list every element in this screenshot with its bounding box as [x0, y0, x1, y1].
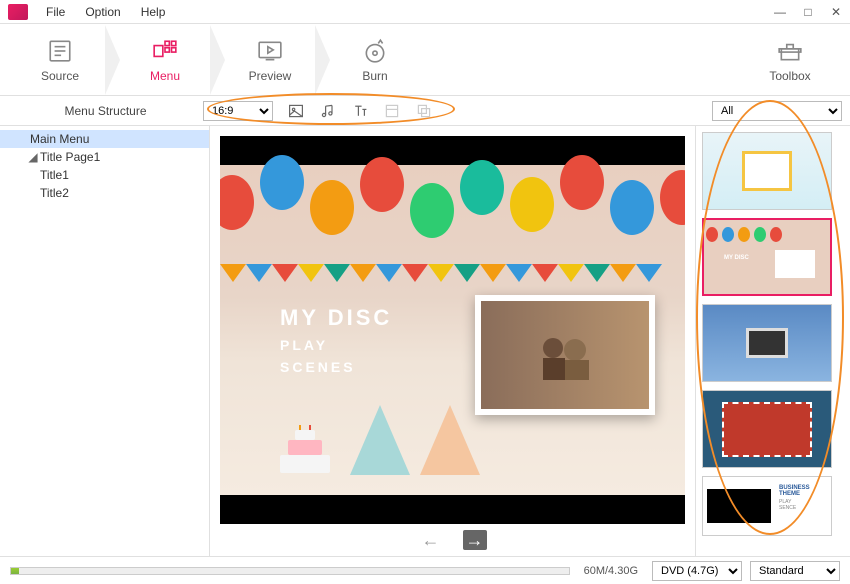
balloon-decor: [510, 177, 554, 232]
tab-toolbox[interactable]: Toolbox: [750, 37, 830, 83]
preview-nav: ← →: [220, 524, 685, 556]
disc-menu-text: MY DISC PLAY SCENES: [280, 305, 392, 375]
quality-select[interactable]: Standard: [750, 561, 840, 581]
chapter-icon: [383, 102, 401, 120]
tab-source-label: Source: [41, 69, 79, 83]
tree-title-page[interactable]: ◢Title Page1: [0, 148, 209, 166]
bottom-bar: 60M/4.30G DVD (4.7G) Standard: [0, 556, 850, 584]
image-icon[interactable]: [287, 102, 305, 120]
source-icon: [46, 37, 74, 65]
video-thumbnail[interactable]: [475, 295, 655, 415]
tab-source[interactable]: Source: [20, 37, 100, 83]
tab-separator: [210, 25, 225, 95]
layer-icon: [415, 102, 433, 120]
balloon-decor: [660, 170, 685, 225]
template-thumb-winter[interactable]: [702, 304, 832, 382]
disc-usage-text: 60M/4.30G: [578, 565, 644, 577]
template-thumb-baby[interactable]: [702, 132, 832, 210]
tab-preview-label: Preview: [249, 69, 292, 83]
tab-preview[interactable]: Preview: [230, 37, 310, 83]
sub-toolbar: Menu Structure 16:9 All: [0, 96, 850, 126]
music-icon[interactable]: [319, 102, 337, 120]
tree-main-menu[interactable]: Main Menu: [0, 130, 209, 148]
preview-panel: MY DISC PLAY SCENES ← →: [210, 126, 695, 556]
preview-scene: MY DISC PLAY SCENES: [220, 165, 685, 495]
tab-separator: [105, 25, 120, 95]
balloon-decor: [220, 175, 254, 230]
prev-page-button[interactable]: ←: [419, 530, 443, 550]
tree-title-page-label: Title Page1: [40, 150, 100, 164]
tree-title2[interactable]: Title2: [0, 184, 209, 202]
menu-structure-label: Menu Structure: [8, 104, 203, 118]
text-icon[interactable]: [351, 102, 369, 120]
aspect-ratio-select[interactable]: 16:9: [203, 101, 273, 121]
disc-type-select[interactable]: DVD (4.7G): [652, 561, 742, 581]
window-controls: — □ ✕: [766, 2, 850, 22]
tab-separator: [315, 25, 330, 95]
template-filter-select[interactable]: All: [712, 101, 842, 121]
balloon-decor: [410, 183, 454, 238]
tab-menu-label: Menu: [150, 69, 180, 83]
menu-icon: [151, 37, 179, 65]
toolbox-icon: [776, 37, 804, 65]
close-button[interactable]: ✕: [822, 2, 850, 22]
minimize-button[interactable]: —: [766, 2, 794, 22]
menu-tree-panel: Main Menu ◢Title Page1 Title1 Title2: [0, 126, 210, 556]
balloon-decor: [560, 155, 604, 210]
preview-icon: [256, 37, 284, 65]
next-page-button[interactable]: →: [463, 530, 487, 550]
menu-option[interactable]: Option: [75, 5, 130, 19]
menu-help[interactable]: Help: [131, 5, 176, 19]
tree-main-menu-label: Main Menu: [30, 132, 89, 146]
tab-menu[interactable]: Menu: [125, 37, 205, 83]
template-panel: MY DISC BUSINESSTHEMEPLAYSENCE: [695, 126, 850, 556]
tab-toolbox-label: Toolbox: [769, 69, 810, 83]
tab-burn-label: Burn: [362, 69, 387, 83]
disc-usage-bar: [10, 567, 570, 575]
disc-title-text: MY DISC: [280, 305, 392, 331]
disc-scenes-text: SCENES: [280, 359, 392, 375]
balloon-decor: [460, 160, 504, 215]
toolbar-icons: [287, 102, 433, 120]
app-logo: [8, 4, 28, 20]
template-thumb-christmas[interactable]: [702, 390, 832, 468]
video-thumbnail-image: [481, 301, 649, 409]
preview-area[interactable]: MY DISC PLAY SCENES: [220, 136, 685, 524]
maximize-button[interactable]: □: [794, 2, 822, 22]
balloon-decor: [310, 180, 354, 235]
template-thumb-business[interactable]: BUSINESSTHEMEPLAYSENCE: [702, 476, 832, 536]
disc-play-text: PLAY: [280, 337, 392, 353]
party-hat-decor: [420, 405, 480, 475]
cake-decor: [270, 425, 340, 475]
main-content: Main Menu ◢Title Page1 Title1 Title2: [0, 126, 850, 556]
template-thumb-party[interactable]: MY DISC: [702, 218, 832, 296]
bunting-decor: [220, 264, 685, 284]
balloon-decor: [610, 180, 654, 235]
balloon-decor: [360, 157, 404, 212]
disc-usage-fill: [11, 568, 19, 574]
main-tabs: Source Menu Preview Burn Toolbox: [0, 24, 850, 96]
menu-file[interactable]: File: [36, 5, 75, 19]
party-hat-decor: [350, 405, 410, 475]
burn-icon: [361, 37, 389, 65]
tab-burn[interactable]: Burn: [335, 37, 415, 83]
balloon-decor: [260, 155, 304, 210]
title-bar: File Option Help — □ ✕: [0, 0, 850, 24]
tree-title1[interactable]: Title1: [0, 166, 209, 184]
